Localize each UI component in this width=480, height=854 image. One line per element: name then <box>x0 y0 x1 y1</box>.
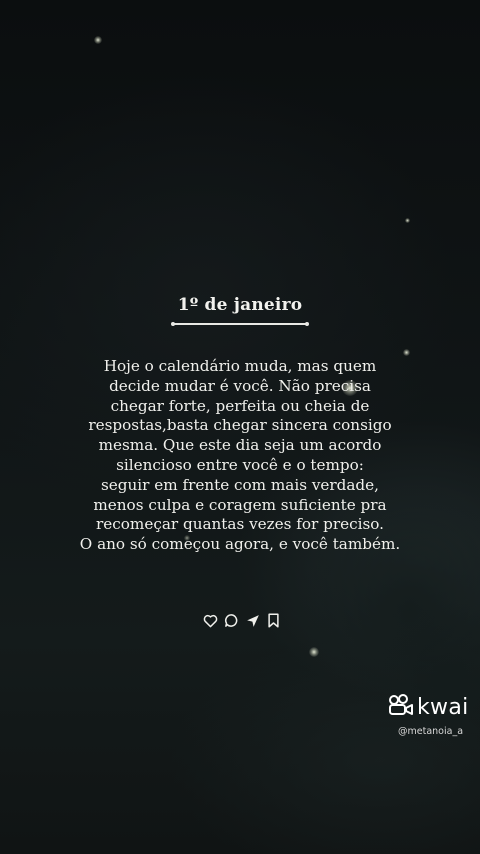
body-line: O ano só começou agora, e você também. <box>79 535 401 554</box>
kwai-logo-icon <box>388 694 414 721</box>
body-line: recomeçar quantas vezes for preciso. <box>96 515 384 534</box>
video-frame: 1º de janeiro Hoje o calendário muda, ma… <box>0 0 480 854</box>
body-line: menos culpa e coragem suficiente pra <box>93 495 387 514</box>
body-line: Hoje o calendário muda, mas quem <box>103 357 377 375</box>
share-icon[interactable] <box>244 612 261 629</box>
body-line: decide mudar é você. Não precisa <box>109 376 371 395</box>
body-line: respostas,basta chegar sincera consigo <box>88 416 392 435</box>
heart-icon[interactable] <box>202 612 219 629</box>
creator-handle[interactable]: @metanoia_a <box>398 726 463 737</box>
post-title: 1º de janeiro <box>177 295 303 315</box>
body-line: chegar forte, perfeita ou cheia de <box>110 396 370 415</box>
title-underline <box>171 321 309 325</box>
distant-light-right <box>405 218 410 223</box>
post-actions <box>202 612 282 629</box>
distant-light-top <box>94 36 102 44</box>
body-line: seguir em frente com mais verdade, <box>101 475 379 494</box>
distant-light <box>309 647 319 657</box>
post-body: Hoje o calendário muda, mas quem decide … <box>40 357 440 555</box>
body-line: mesma. Que este dia seja um acordo <box>98 436 382 455</box>
distant-light-small <box>403 349 410 356</box>
kwai-brand: kwai <box>417 695 469 720</box>
comment-icon[interactable] <box>223 612 240 629</box>
bookmark-icon[interactable] <box>265 612 282 629</box>
body-line: silencioso entre você e o tempo: <box>116 455 364 474</box>
kwai-watermark: kwai <box>388 694 469 721</box>
